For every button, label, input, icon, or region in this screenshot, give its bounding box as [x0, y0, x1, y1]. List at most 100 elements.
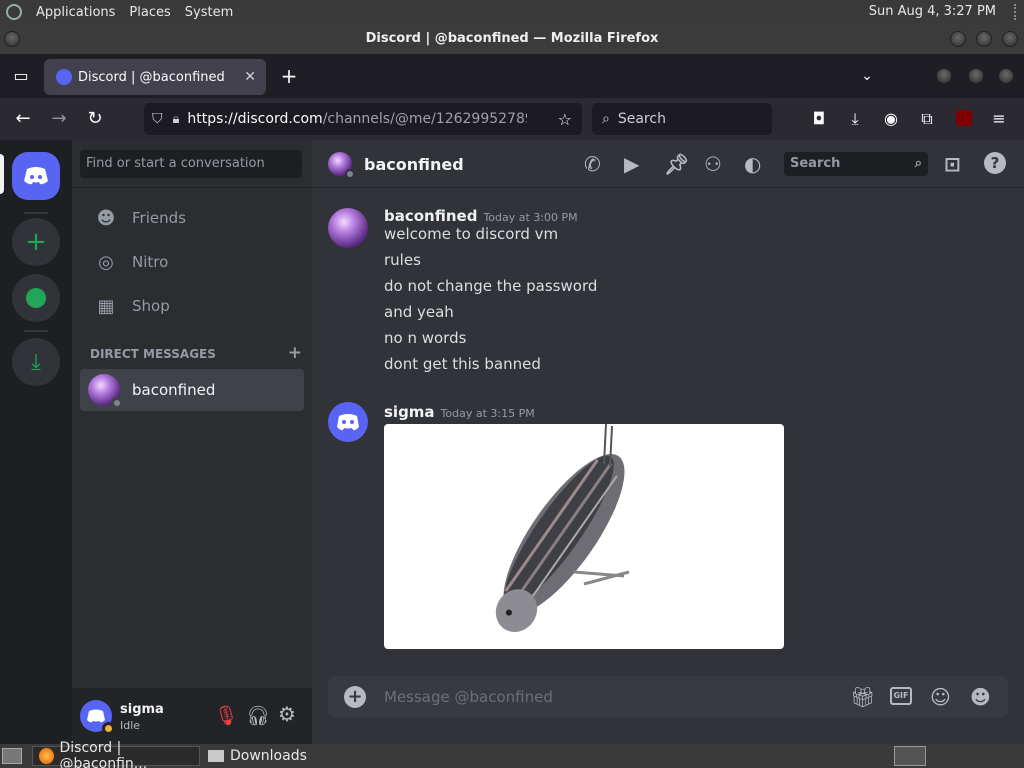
taskbar-item-firefox[interactable]: Discord | @baconfin... [32, 740, 200, 768]
tab-close-icon[interactable]: ✕ [244, 69, 256, 85]
browser-tab-active[interactable]: Discord | @baconfined ✕ [44, 59, 266, 95]
mute-microphone-icon[interactable]: 🎙︎ [214, 704, 238, 727]
selected-indicator [0, 154, 4, 194]
message-text: do not change the password [384, 277, 598, 295]
download-icon: ⤓ [31, 349, 41, 375]
chat-search-input[interactable]: Search ⌕ [784, 152, 928, 176]
browser-tab-strip: ▭ Discord | @baconfined ✕ + ⌄ [0, 54, 1024, 98]
home-button[interactable] [12, 152, 60, 200]
sticker-icon[interactable]: ☺ [930, 685, 951, 709]
user-name[interactable]: sigma [120, 702, 164, 717]
avatar[interactable] [328, 208, 368, 248]
minimize-button[interactable] [950, 31, 966, 47]
tabstrip-decoration-1 [936, 68, 952, 84]
compass-icon [26, 288, 46, 308]
pocket-icon[interactable]: ◘ [804, 98, 834, 140]
tabstrip-decoration-3 [998, 68, 1014, 84]
message-text: rules [384, 251, 421, 269]
reload-button[interactable]: ↻ [80, 98, 110, 140]
server-list: + ⤓ [0, 140, 72, 744]
taskbar-item-label: Discord | @baconfin... [59, 740, 148, 768]
chat-area: baconfined ✆ ▶ 📌︎ ⚇ ◐ Search ⌕ ⊡ ? bacon… [312, 140, 1024, 744]
panel-clock[interactable]: Sun Aug 4, 3:27 PM [869, 4, 996, 19]
idle-status-icon [102, 722, 115, 735]
sidebar-item-nitro[interactable]: ◎ Nitro [80, 241, 304, 283]
video-call-icon[interactable]: ▶ [624, 152, 639, 176]
explore-servers-button[interactable] [12, 274, 60, 322]
find-conversation-input[interactable]: Find or start a conversation [80, 150, 302, 178]
window-titlebar[interactable]: Discord | @baconfined — Mozilla Firefox [0, 24, 1024, 54]
pinned-messages-icon[interactable]: 📌︎ [664, 152, 689, 176]
lock-icon[interactable]: 🔒︎ [173, 112, 180, 127]
sidebar-item-shop[interactable]: ▦ Shop [80, 285, 304, 327]
places-menu[interactable]: Places [129, 5, 170, 20]
image-attachment[interactable] [384, 424, 784, 649]
tabstrip-decoration-2 [968, 68, 984, 84]
downloads-icon[interactable]: ⤓ [840, 98, 870, 140]
url-text[interactable]: https://discord.com/channels/@me/1262995… [187, 111, 527, 127]
inbox-icon[interactable]: ⊡ [944, 152, 961, 176]
emoji-icon[interactable]: ☻ [970, 685, 991, 709]
sidebar-item-friends[interactable]: ☻ Friends [80, 197, 304, 239]
new-tab-button[interactable]: + [274, 54, 304, 98]
sidebar-item-label: Nitro [132, 253, 169, 271]
firefox-view-icon[interactable]: ▭ [6, 54, 36, 98]
deafen-headphones-icon[interactable]: 🎧︎ [246, 704, 270, 727]
back-button[interactable]: ← [8, 98, 38, 140]
gif-icon[interactable]: GIF [890, 687, 912, 705]
header-avatar[interactable] [328, 152, 355, 179]
discord-avatar-icon [337, 414, 359, 431]
dm-item-baconfined[interactable]: baconfined [80, 369, 304, 411]
panel-handle-icon [1014, 4, 1020, 20]
taskbar: Discord | @baconfin... Downloads [0, 740, 1024, 768]
tracking-protection-shield-icon[interactable]: ⛉ [152, 111, 163, 127]
show-desktop-icon[interactable] [2, 748, 22, 764]
maximize-button[interactable] [976, 31, 992, 47]
search-icon: ⌕ [602, 111, 610, 127]
chat-header-title[interactable]: baconfined [364, 155, 464, 174]
voice-call-icon[interactable]: ✆ [584, 152, 601, 176]
user-avatar[interactable] [80, 700, 115, 735]
shop-icon: ▦ [97, 295, 115, 317]
browser-search-box[interactable]: ⌕ Search [592, 103, 772, 135]
ublock-origin-icon[interactable] [956, 110, 972, 126]
upload-plus-icon[interactable]: + [344, 686, 366, 708]
taskbar-item-downloads[interactable]: Downloads [202, 746, 372, 766]
add-server-button[interactable]: + [12, 218, 60, 266]
add-friends-to-dm-icon[interactable]: ⚇ [704, 152, 722, 176]
avatar[interactable] [328, 402, 368, 442]
browser-nav-bar: ← → ↻ ⛉ 🔒︎ https://discord.com/channels/… [0, 98, 1024, 140]
offline-status-icon [345, 169, 355, 179]
system-menu[interactable]: System [185, 5, 233, 20]
user-settings-gear-icon[interactable]: ⚙ [278, 702, 296, 726]
bookmark-star-icon[interactable]: ☆ [558, 110, 572, 129]
create-dm-plus-icon[interactable]: + [288, 343, 302, 363]
taskbar-item-label: Downloads [230, 748, 307, 764]
gift-icon[interactable]: 🎁︎ [850, 685, 875, 709]
direct-messages-header: DIRECT MESSAGES + [90, 343, 302, 363]
applications-menu[interactable]: Applications [36, 5, 115, 20]
help-icon[interactable]: ? [984, 152, 1006, 174]
discord-logo-icon [24, 167, 48, 185]
plus-icon: + [25, 227, 47, 257]
message-text: welcome to discord vm [384, 225, 559, 243]
friends-icon: ☻ [96, 207, 116, 229]
window-menu-icon[interactable] [4, 31, 20, 47]
firefox-icon [39, 748, 54, 764]
message-author[interactable]: sigma [384, 403, 435, 421]
app-menu-icon[interactable]: ≡ [984, 98, 1014, 140]
url-bar[interactable]: ⛉ 🔒︎ https://discord.com/channels/@me/12… [144, 103, 582, 135]
tab-title: Discord | @baconfined [78, 69, 225, 85]
workspace-switcher[interactable] [894, 746, 926, 766]
list-all-tabs-icon[interactable]: ⌄ [852, 54, 882, 98]
forward-button[interactable]: → [44, 98, 74, 140]
message-input[interactable] [384, 686, 784, 708]
close-window-button[interactable] [1002, 31, 1018, 47]
account-icon[interactable]: ◉ [876, 98, 906, 140]
extensions-icon[interactable]: ⧉ [912, 98, 942, 140]
download-apps-button[interactable]: ⤓ [12, 338, 60, 386]
sidebar-item-label: Shop [132, 297, 170, 315]
gnome-foot-icon[interactable] [6, 4, 22, 20]
offline-status-icon [111, 397, 123, 409]
user-profile-icon[interactable]: ◐ [744, 152, 761, 176]
